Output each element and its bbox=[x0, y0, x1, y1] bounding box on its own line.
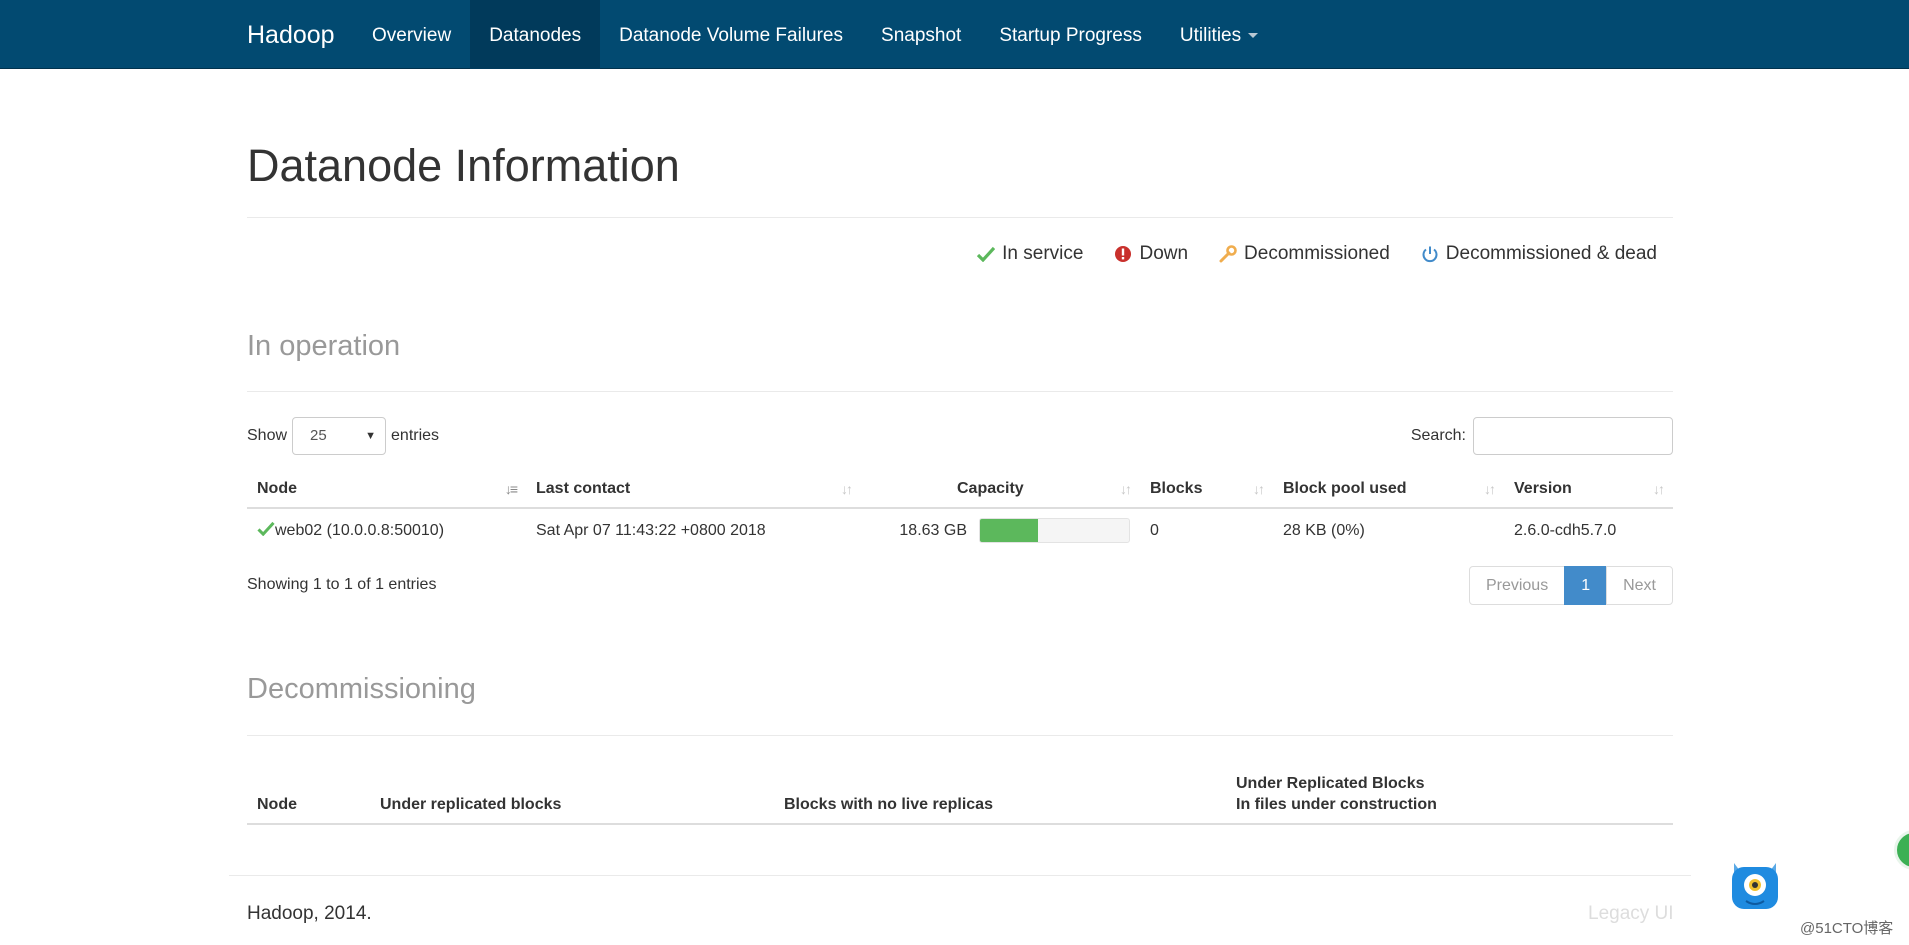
column-header-capacity[interactable]: Capacity ↓↑ bbox=[861, 470, 1140, 509]
table-search: Search: bbox=[1411, 417, 1673, 455]
column-label: Node bbox=[257, 479, 297, 497]
status-legend: In service Down Decommissioned Decommiss… bbox=[946, 243, 1657, 265]
main-nav: Overview Datanodes Datanode Volume Failu… bbox=[353, 0, 1277, 69]
capacity-progress-bar bbox=[980, 519, 1039, 542]
column-header-node: Node bbox=[247, 765, 370, 825]
legacy-ui-link[interactable]: Legacy UI bbox=[1588, 903, 1674, 925]
column-label: Capacity bbox=[957, 479, 1024, 497]
nav-datanodes[interactable]: Datanodes bbox=[470, 0, 601, 69]
select-arrow-icon: ▼ bbox=[365, 430, 377, 442]
sort-icon: ↓↑ bbox=[1120, 481, 1132, 497]
top-navbar: Hadoop Overview Datanodes Datanode Volum… bbox=[0, 0, 1909, 69]
decommissioning-heading: Decommissioning bbox=[247, 673, 476, 705]
column-label: Version bbox=[1514, 479, 1572, 497]
sort-icon: ↓↑ bbox=[841, 481, 853, 497]
column-header-version[interactable]: Version ↓↑ bbox=[1504, 470, 1673, 509]
entries-label: entries bbox=[391, 427, 440, 444]
page-1-button[interactable]: 1 bbox=[1564, 566, 1608, 605]
capacity-progress bbox=[979, 518, 1130, 543]
entries-select-value: 25 bbox=[310, 427, 327, 444]
power-icon bbox=[1422, 246, 1438, 263]
legend-decommissioned-dead: Decommissioned & dead bbox=[1421, 243, 1657, 265]
page-title: Datanode Information bbox=[247, 140, 680, 191]
column-header-block-pool-used[interactable]: Block pool used ↓↑ bbox=[1273, 470, 1504, 509]
table-row: web02 (10.0.0.8:50010) Sat Apr 07 11:43:… bbox=[247, 508, 1673, 552]
column-header-last-contact[interactable]: Last contact ↓↑ bbox=[526, 470, 861, 509]
wrench-icon bbox=[1219, 245, 1237, 263]
entries-select[interactable]: 25 ▼ bbox=[292, 417, 387, 455]
search-label: Search: bbox=[1410, 427, 1466, 444]
column-header-under-replicated: Under replicated blocks bbox=[370, 765, 774, 825]
legend-label: Decommissioned & dead bbox=[1445, 243, 1657, 264]
mascot-helper-icon[interactable] bbox=[1728, 855, 1782, 913]
column-label: Last contact bbox=[536, 479, 631, 497]
column-header-no-live-replicas: Blocks with no live replicas bbox=[774, 765, 1226, 825]
exclamation-circle-icon bbox=[1115, 246, 1132, 262]
legend-label: Decommissioned bbox=[1244, 243, 1390, 264]
search-input[interactable] bbox=[1473, 417, 1673, 455]
cell-capacity: 18.63 GB bbox=[861, 508, 1140, 552]
column-label: Block pool used bbox=[1283, 479, 1407, 497]
node-name: web02 (10.0.0.8:50010) bbox=[275, 522, 445, 539]
legend-in-service: In service bbox=[977, 243, 1083, 265]
cell-last-contact: Sat Apr 07 11:43:22 +0800 2018 bbox=[536, 521, 766, 539]
section-divider bbox=[247, 735, 1673, 736]
cell-blocks: 0 bbox=[1150, 521, 1159, 539]
check-icon bbox=[977, 246, 996, 262]
caret-down-icon bbox=[1248, 33, 1259, 39]
previous-button[interactable]: Previous bbox=[1468, 566, 1566, 605]
section-divider bbox=[247, 391, 1673, 392]
column-label: Under Replicated Blocks bbox=[1236, 775, 1425, 792]
sort-asc-icon: ↓≡ bbox=[504, 481, 518, 497]
footer-divider bbox=[229, 875, 1691, 876]
legend-label: Down bbox=[1139, 243, 1189, 264]
nav-utilities-dropdown[interactable]: Utilities bbox=[1161, 0, 1277, 69]
entries-length-control: Show 25 ▼ entries bbox=[247, 417, 439, 455]
column-header-under-construction: Under Replicated Blocks In files under co… bbox=[1226, 765, 1673, 825]
nav-startup-progress[interactable]: Startup Progress bbox=[980, 0, 1161, 69]
show-label: Show bbox=[247, 427, 288, 444]
legend-decommissioned: Decommissioned bbox=[1219, 243, 1390, 265]
capacity-value: 18.63 GB bbox=[899, 521, 967, 539]
sort-icon: ↓↑ bbox=[1253, 481, 1265, 497]
in-operation-heading: In operation bbox=[247, 330, 401, 362]
footer-copyright: Hadoop, 2014. bbox=[247, 903, 372, 924]
column-label: In files under construction bbox=[1236, 796, 1437, 813]
column-label: Blocks bbox=[1150, 479, 1203, 497]
next-button[interactable]: Next bbox=[1606, 566, 1673, 605]
side-chat-widget[interactable] bbox=[1894, 830, 1909, 870]
brand-link[interactable]: Hadoop bbox=[247, 0, 335, 69]
cell-block-pool-used: 28 KB (0%) bbox=[1283, 521, 1365, 539]
sort-icon: ↓↑ bbox=[1653, 481, 1665, 497]
title-divider bbox=[247, 217, 1673, 218]
nav-utilities-label: Utilities bbox=[1179, 25, 1242, 46]
nav-datanode-volume-failures[interactable]: Datanode Volume Failures bbox=[600, 0, 862, 69]
column-header-node[interactable]: Node ↓≡ bbox=[247, 470, 526, 509]
pagination: Previous 1 Next bbox=[1468, 566, 1673, 605]
cell-version: 2.6.0-cdh5.7.0 bbox=[1514, 521, 1617, 539]
decommissioning-table: Node Under replicated blocks Blocks with… bbox=[247, 765, 1673, 825]
nav-snapshot[interactable]: Snapshot bbox=[862, 0, 980, 69]
check-icon bbox=[257, 521, 275, 537]
legend-down: Down bbox=[1114, 243, 1188, 265]
datanodes-table: Node ↓≡ Last contact ↓↑ Capacity ↓↑ Blocks ↓… bbox=[247, 470, 1673, 552]
sort-icon: ↓↑ bbox=[1484, 481, 1496, 497]
legend-label: In service bbox=[1002, 243, 1084, 264]
column-header-blocks[interactable]: Blocks ↓↑ bbox=[1140, 470, 1273, 509]
nav-overview[interactable]: Overview bbox=[353, 0, 470, 69]
watermark: @51CTO博客 bbox=[1800, 920, 1894, 937]
cell-node: web02 (10.0.0.8:50010) bbox=[247, 508, 526, 552]
table-info: Showing 1 to 1 of 1 entries bbox=[247, 576, 437, 593]
